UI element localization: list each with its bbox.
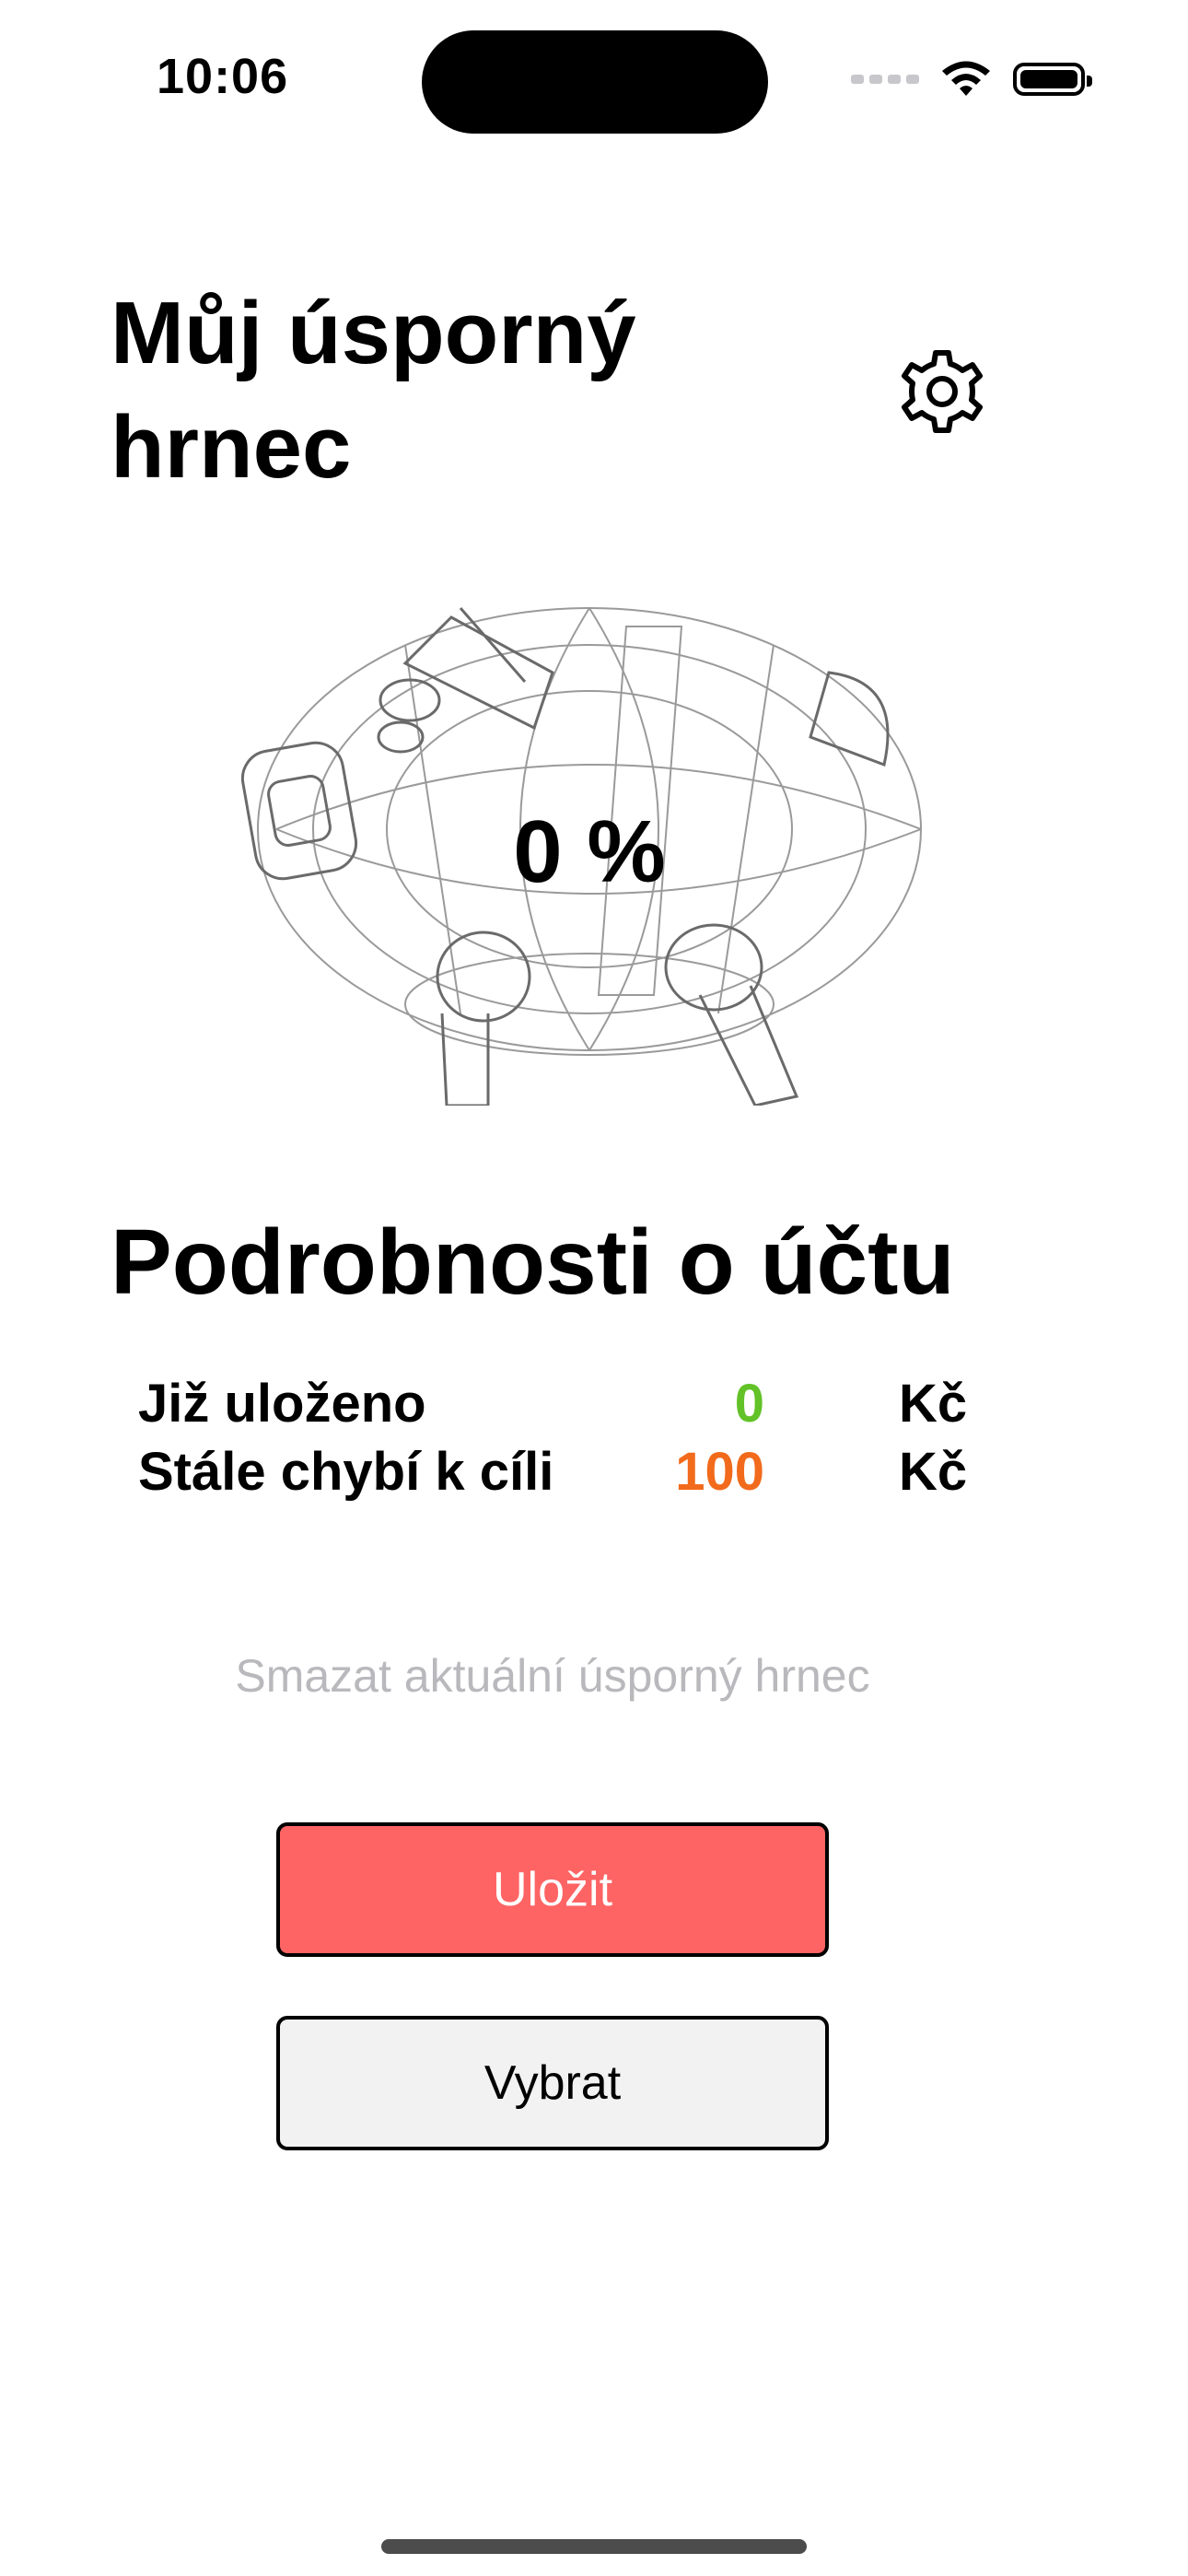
remaining-label: Stále chybí k cíli xyxy=(138,1442,554,1502)
saved-value: 0 xyxy=(734,1374,764,1434)
remaining-unit: Kč xyxy=(899,1442,968,1502)
page-title: Můj úsporný hrnec xyxy=(111,284,636,497)
dynamic-island xyxy=(422,30,768,134)
status-icons xyxy=(851,55,1092,103)
remaining-row: Stále chybí k cíli 100 Kč xyxy=(138,1441,995,1509)
cellular-signal-icon xyxy=(851,75,919,84)
gear-icon xyxy=(902,350,983,433)
progress-percentage: 0 % xyxy=(513,802,666,901)
saved-label: Již uloženo xyxy=(138,1374,426,1434)
saved-unit: Kč xyxy=(899,1374,968,1434)
status-time: 10:06 xyxy=(157,49,289,104)
delete-piggy-bank-link[interactable]: Smazat aktuální úsporný hrnec xyxy=(111,1649,995,1703)
status-bar: 10:06 xyxy=(0,0,1188,157)
wifi-icon xyxy=(942,61,990,96)
save-button[interactable]: Uložit xyxy=(276,1822,829,1957)
settings-button[interactable] xyxy=(891,341,993,442)
account-details-table: Již uloženo 0 Kč Stále chybí k cíli 100 … xyxy=(138,1373,995,1509)
battery-icon xyxy=(1013,63,1092,96)
account-details-title: Podrobnosti o účtu xyxy=(111,1211,955,1314)
home-indicator[interactable] xyxy=(381,2539,807,2554)
saved-row: Již uloženo 0 Kč xyxy=(138,1373,995,1441)
remaining-value: 100 xyxy=(675,1442,764,1502)
withdraw-button[interactable]: Vybrat xyxy=(276,2016,829,2150)
